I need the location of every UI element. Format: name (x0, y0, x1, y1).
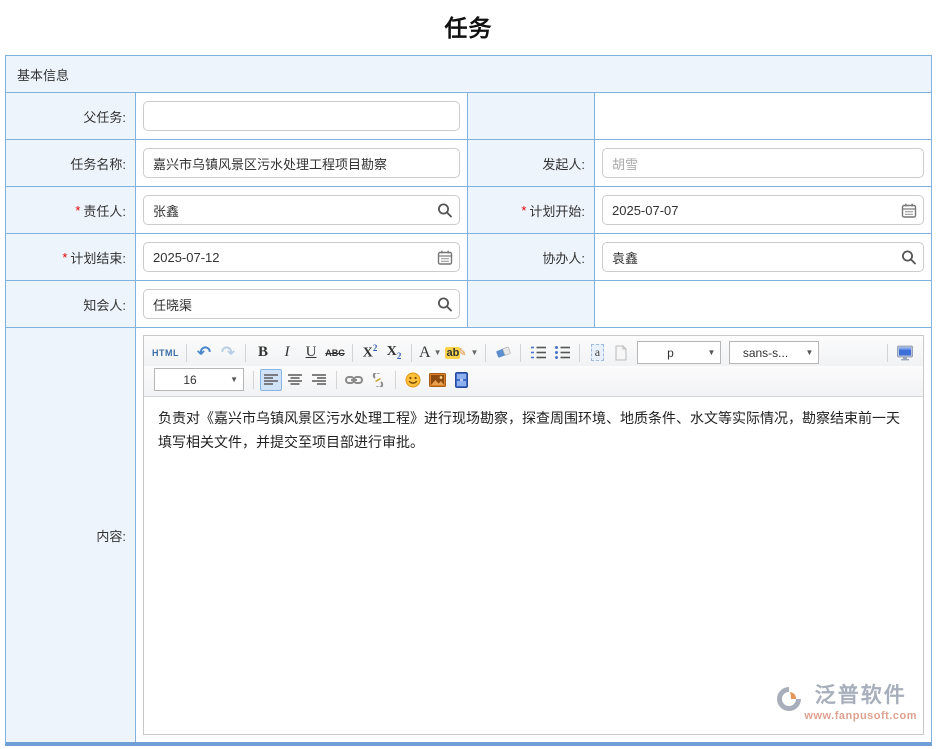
empty-cell (595, 281, 931, 327)
fullscreen-monitor-icon[interactable] (894, 342, 916, 364)
editor-content-text: 负责对《嘉兴市乌镇风景区污水处理工程》进行现场勘察，探查周围环境、地质条件、水文… (158, 410, 900, 450)
subscript-button[interactable]: X2 (383, 342, 405, 364)
initiator-input[interactable] (602, 148, 924, 178)
redo-button[interactable]: ↷ (217, 342, 239, 364)
assistant-label: 协办人: (468, 234, 595, 280)
plan-start-label: 计划开始: (529, 201, 585, 220)
search-icon[interactable] (900, 249, 917, 266)
undo-button[interactable]: ↶ (193, 342, 215, 364)
strikethrough-button[interactable]: ABC (324, 342, 346, 364)
new-page-icon[interactable] (610, 342, 632, 364)
bold-button[interactable]: B (252, 342, 274, 364)
required-mark: * (75, 203, 80, 218)
empty-label-cell (468, 281, 595, 327)
fanpu-logo-icon (776, 686, 802, 712)
font-color-button[interactable]: A▼ (418, 342, 442, 364)
watermark-brand: 泛普软件 (815, 684, 907, 707)
unordered-list-icon[interactable] (551, 342, 573, 364)
rich-text-editor: HTML ↶ ↷ B I U ABC X2 X2 A▼ ab✎▼ (143, 335, 924, 735)
row-informed: 知会人: (6, 281, 931, 328)
superscript-button[interactable]: X2 (359, 342, 381, 364)
ordered-list-icon[interactable] (527, 342, 549, 364)
insert-link-icon[interactable] (343, 369, 365, 391)
emoji-smiley-icon[interactable] (402, 369, 424, 391)
row-planend-assistant: * 计划结束: 协办人: (6, 234, 931, 281)
calendar-icon[interactable] (900, 202, 917, 219)
font-size-select[interactable]: 16▼ (154, 368, 244, 391)
underline-button[interactable]: U (300, 342, 322, 364)
informed-label: 知会人: (6, 281, 136, 327)
informed-input[interactable] (143, 289, 460, 319)
plan-end-label: 计划结束: (70, 248, 126, 267)
row-task-name-initiator: 任务名称: 发起人: (6, 140, 931, 187)
responsible-label: 责任人: (83, 201, 126, 220)
initiator-label: 发起人: (468, 140, 595, 186)
inline-css-button[interactable]: a (586, 342, 608, 364)
content-editor-cell: HTML ↶ ↷ B I U ABC X2 X2 A▼ ab✎▼ (136, 328, 931, 742)
calendar-icon[interactable] (436, 249, 453, 266)
parent-task-label: 父任务: (6, 93, 136, 139)
editor-toolbar-row1: HTML ↶ ↷ B I U ABC X2 X2 A▼ ab✎▼ (144, 336, 923, 366)
html-source-button[interactable]: HTML (151, 342, 180, 364)
editor-content-area[interactable]: 负责对《嘉兴市乌镇风景区污水处理工程》进行现场勘察，探查周围环境、地质条件、水文… (144, 397, 923, 734)
plan-end-input[interactable] (143, 242, 460, 272)
editor-toolbar-row2: 16▼ (144, 366, 923, 397)
row-responsible-planstart: * 责任人: * 计划开始: (6, 187, 931, 234)
task-name-input[interactable] (143, 148, 460, 178)
insert-image-icon[interactable] (426, 369, 448, 391)
vendor-watermark: 泛普软件 www.fanpusoft.com (776, 684, 917, 726)
task-form: 基本信息 父任务: 任务名称: 发起人: * 责任人: (5, 55, 932, 746)
highlight-color-button[interactable]: ab✎▼ (444, 342, 479, 364)
search-icon[interactable] (436, 202, 453, 219)
content-label: 内容: (6, 328, 136, 742)
required-mark: * (62, 250, 67, 265)
required-mark: * (521, 203, 526, 218)
italic-button[interactable]: I (276, 342, 298, 364)
row-content: 内容: HTML ↶ ↷ B I U ABC X2 X2 A▼ (6, 328, 931, 742)
remove-format-eraser-icon[interactable] (492, 342, 514, 364)
empty-label-cell (468, 93, 595, 139)
search-icon[interactable] (436, 296, 453, 313)
section-header-basic-info: 基本信息 (6, 56, 931, 93)
empty-cell (595, 93, 931, 139)
watermark-url: www.fanpusoft.com (804, 707, 917, 726)
row-parent-task: 父任务: (6, 93, 931, 140)
font-family-select[interactable]: sans-s...▼ (729, 341, 819, 364)
insert-video-icon[interactable] (450, 369, 472, 391)
align-center-icon[interactable] (284, 369, 306, 391)
paragraph-format-select[interactable]: p▼ (637, 341, 721, 364)
responsible-input[interactable] (143, 195, 460, 225)
task-name-label: 任务名称: (6, 140, 136, 186)
parent-task-input[interactable] (143, 101, 460, 131)
assistant-input[interactable] (602, 242, 924, 272)
page-title: 任务 (0, 0, 937, 43)
plan-start-input[interactable] (602, 195, 924, 225)
remove-link-icon[interactable] (367, 369, 389, 391)
align-left-icon[interactable] (260, 369, 282, 391)
align-right-icon[interactable] (308, 369, 330, 391)
